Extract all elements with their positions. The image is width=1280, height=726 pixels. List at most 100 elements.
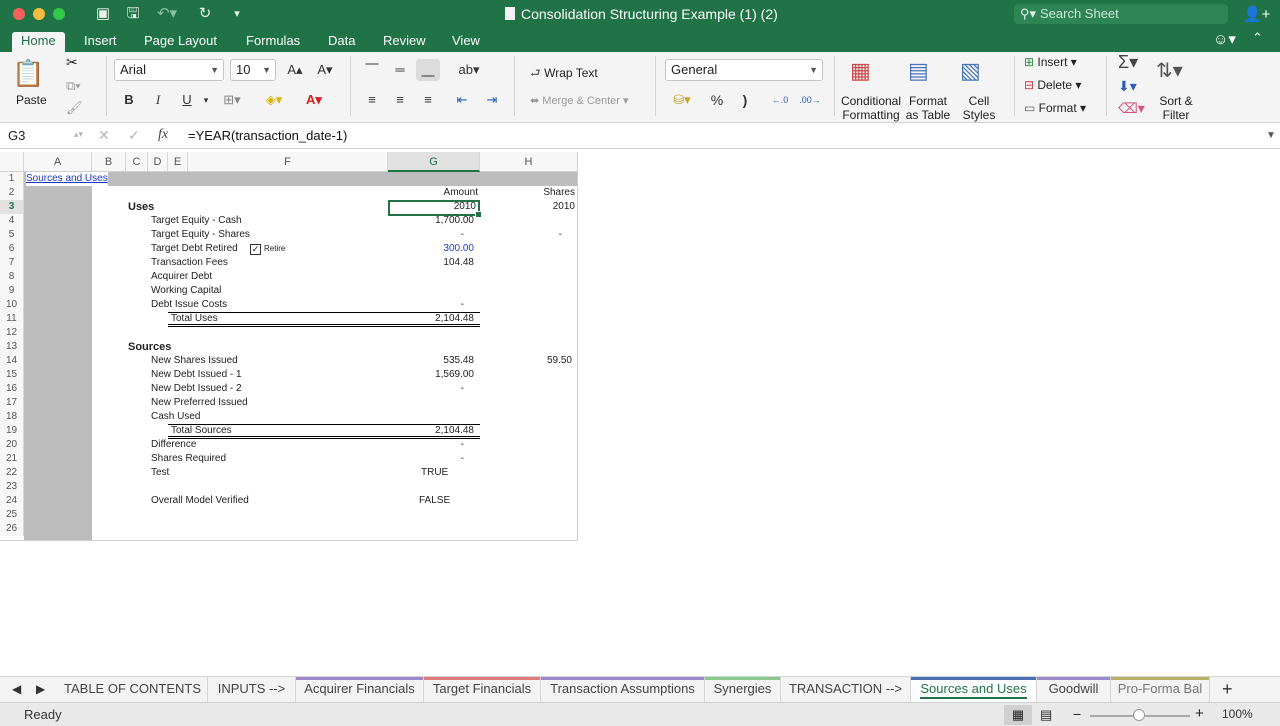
row-header[interactable]: 25 (0, 508, 24, 522)
sources-row-amount[interactable]: 1,569.00 (388, 368, 474, 382)
copy-icon[interactable]: ⧉▾ (66, 78, 81, 94)
sources-and-uses-link[interactable]: Sources and Uses (26, 172, 108, 186)
increase-decimal-icon[interactable]: ←.0 (766, 89, 794, 111)
cell-styles-button[interactable]: Cell Styles (958, 94, 1000, 122)
sort-filter-icon[interactable]: ⇅▾ (1156, 58, 1183, 83)
percent-style-button[interactable]: % (705, 89, 729, 111)
paste-icon[interactable]: 📋 (12, 58, 44, 89)
column-header-h[interactable]: H (480, 152, 578, 172)
conditional-formatting-button[interactable]: Conditional Formatting (838, 94, 904, 122)
sheet-tab-pro-forma[interactable]: Pro-Forma Bal (1111, 677, 1210, 702)
column-header-b[interactable]: B (92, 152, 126, 172)
underline-dropdown-icon[interactable]: ▾ (199, 89, 213, 111)
customize-toolbar-icon[interactable]: ▾ (228, 5, 246, 23)
difference-value[interactable]: - (388, 438, 464, 452)
italic-button[interactable]: I (146, 89, 170, 111)
name-box-stepper-icon[interactable]: ▴▾ (74, 129, 83, 140)
tab-review[interactable]: Review (374, 32, 435, 52)
test-label[interactable]: Test (151, 466, 169, 480)
autosum-icon[interactable]: Σ▾ (1118, 52, 1138, 73)
column-header-e[interactable]: E (168, 152, 188, 172)
expand-formula-bar-icon[interactable]: ▼ (1266, 130, 1276, 141)
format-painter-icon[interactable]: 🖌 (66, 100, 83, 116)
undo-icon[interactable]: ↶▾ (154, 5, 180, 23)
align-middle-icon[interactable]: ═ (388, 59, 412, 81)
column-header-f[interactable]: F (188, 152, 388, 172)
align-bottom-icon[interactable]: ⎽ (416, 59, 440, 81)
conditional-formatting-icon[interactable]: ▦ (850, 58, 871, 84)
zoom-window-button[interactable] (53, 8, 65, 20)
row-header[interactable]: 23 (0, 480, 24, 494)
row-header[interactable]: 2 (0, 186, 24, 200)
uses-row-shares[interactable]: - (480, 228, 562, 242)
minimize-window-button[interactable] (33, 8, 45, 20)
align-center-icon[interactable]: ≡ (388, 89, 412, 111)
decrease-decimal-icon[interactable]: .00→ (796, 89, 824, 111)
tab-home[interactable]: Home (12, 32, 65, 52)
redo-icon[interactable]: ↻ (196, 5, 214, 23)
retire-checkbox[interactable]: ✓ Retire (250, 242, 285, 256)
total-sources-label[interactable]: Total Sources (171, 424, 232, 438)
paste-button[interactable]: Paste (16, 93, 47, 107)
uses-row-amount[interactable]: 300.00 (388, 242, 474, 256)
uses-row-label[interactable]: Target Debt Retired (151, 242, 238, 256)
sources-row-shares[interactable]: 59.50 (480, 354, 572, 368)
comma-style-button[interactable]: ) (733, 89, 757, 111)
row-header[interactable]: 5 (0, 228, 24, 242)
tab-insert[interactable]: Insert (75, 32, 126, 52)
font-name-select[interactable]: Arial ▼ (114, 59, 224, 81)
close-window-button[interactable] (13, 8, 25, 20)
merge-center-button[interactable]: ⬌ Merge & Center ▾ (530, 94, 629, 107)
orientation-icon[interactable]: ab▾ (452, 59, 486, 81)
column-header-c[interactable]: C (126, 152, 148, 172)
shares-required-label[interactable]: Shares Required (151, 452, 226, 466)
underline-button[interactable]: U (175, 89, 199, 111)
row-header[interactable]: 4 (0, 214, 24, 228)
row-header[interactable]: 16 (0, 382, 24, 396)
total-sources-amount[interactable]: 2,104.48 (388, 424, 474, 438)
delete-cells-button[interactable]: ⊟ Delete ▾ (1024, 78, 1081, 92)
bold-button[interactable]: B (117, 89, 141, 111)
fill-color-icon[interactable]: ◈▾ (262, 89, 286, 111)
align-top-icon[interactable]: ⎺ (360, 59, 384, 81)
row-header[interactable]: 17 (0, 396, 24, 410)
row-header[interactable]: 24 (0, 494, 24, 508)
sources-row-label[interactable]: New Preferred Issued (151, 396, 248, 410)
tab-data[interactable]: Data (319, 32, 364, 52)
page-layout-view-icon[interactable]: ▤ (1040, 705, 1060, 725)
row-header[interactable]: 1 (0, 172, 24, 186)
insert-function-icon[interactable]: fx (158, 127, 168, 143)
cell-h3[interactable]: 2010 (480, 200, 575, 214)
add-sheet-icon[interactable]: + (1222, 679, 1233, 700)
sheet-tab-sources-and-uses[interactable]: Sources and Uses (911, 677, 1037, 702)
sheet-tab-target-financials[interactable]: Target Financials (424, 677, 541, 702)
difference-label[interactable]: Difference (151, 438, 196, 452)
sources-row-label[interactable]: New Debt Issued - 2 (151, 382, 242, 396)
sheet-tab-table-of-contents[interactable]: TABLE OF CONTENTS (58, 677, 208, 702)
previous-sheet-icon[interactable]: ◀ (12, 682, 21, 696)
test-value[interactable]: TRUE (421, 466, 448, 480)
uses-row-amount[interactable]: - (388, 228, 464, 242)
sources-heading[interactable]: Sources (128, 340, 171, 354)
shares-required-value[interactable]: - (388, 452, 464, 466)
row-header[interactable]: 11 (0, 312, 24, 326)
row-header[interactable]: 8 (0, 270, 24, 284)
row-header[interactable]: 3 (0, 200, 24, 214)
zoom-out-icon[interactable]: − (1073, 706, 1081, 722)
fill-down-icon[interactable]: ⬇▾ (1118, 78, 1137, 95)
sources-row-amount[interactable]: - (388, 382, 464, 396)
zoom-slider-thumb[interactable] (1133, 709, 1145, 721)
shares-header[interactable]: Shares (480, 186, 575, 200)
worksheet-grid[interactable]: A B C D E F G H 1 2 3 4 5 6 7 8 9 10 11 … (0, 152, 578, 540)
increase-font-size-icon[interactable]: A▴ (283, 59, 307, 81)
sheet-tab-transaction-assumptions[interactable]: Transaction Assumptions (541, 677, 705, 702)
format-as-table-button[interactable]: Format as Table (904, 94, 952, 122)
sheet-tab-goodwill[interactable]: Goodwill (1037, 677, 1111, 702)
format-as-table-icon[interactable]: ▤ (908, 58, 929, 84)
row-header[interactable]: 9 (0, 284, 24, 298)
next-sheet-icon[interactable]: ▶ (36, 682, 45, 696)
total-uses-amount[interactable]: 2,104.48 (388, 312, 474, 326)
search-sheet-input[interactable]: ⚲▾ Search Sheet (1014, 4, 1228, 24)
decrease-font-size-icon[interactable]: A▾ (313, 59, 337, 81)
save-icon[interactable]: 🖫 (124, 5, 142, 23)
